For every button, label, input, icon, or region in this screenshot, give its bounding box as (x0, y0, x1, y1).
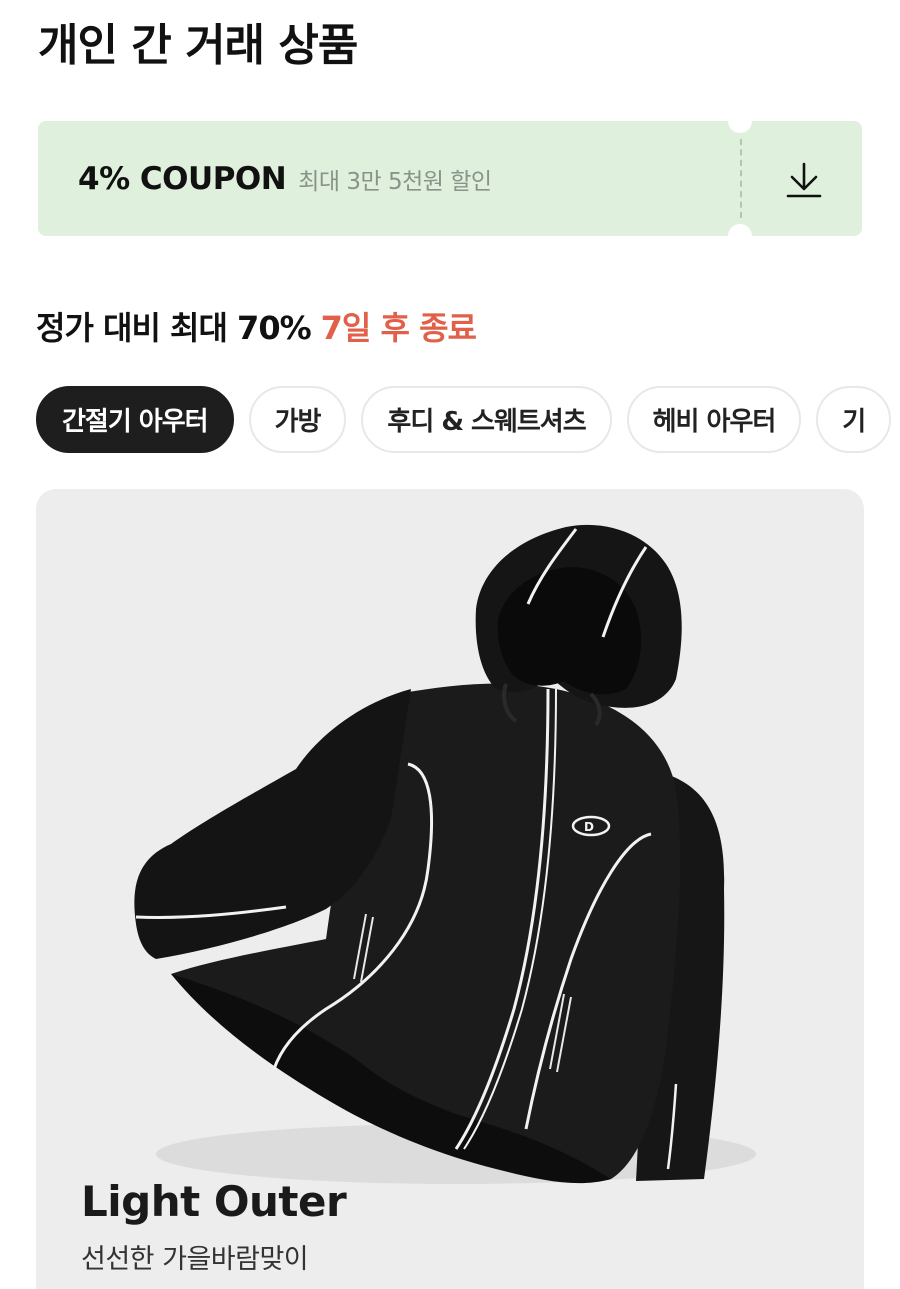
sale-heading-text: 정가 대비 최대 70% (36, 309, 312, 347)
category-chip[interactable]: 헤비 아우터 (626, 386, 802, 453)
coupon-description: 최대 3만 5천원 할인 (298, 168, 492, 195)
product-card[interactable]: D Light Outer 선선한 가을바람맞이 (36, 489, 864, 1289)
page: 개인 간 거래 상품 4% COUPON 최대 3만 5천원 할인 정가 대비 … (0, 0, 900, 1289)
category-chip-list: 간절기 아우터 가방 후디 & 스웨트셔츠 헤비 아우터 기 (36, 386, 892, 453)
category-chip-label: 헤비 아우터 (652, 407, 777, 437)
product-image: D (134, 524, 756, 1184)
coupon-info: 4% COUPON 최대 3만 5천원 할인 (38, 121, 740, 236)
category-chip-label: 가방 (274, 407, 322, 437)
product-card-subtitle: 선선한 가을바람맞이 (81, 1244, 309, 1275)
category-chip-label: 후디 & 스웨트셔츠 (387, 407, 586, 437)
product-card-title: Light Outer (81, 1177, 347, 1226)
coupon-download-button[interactable] (740, 121, 862, 236)
category-chip[interactable]: 가방 (248, 386, 347, 453)
category-chip-label: 기 (842, 407, 866, 437)
coupon-notch-bottom (728, 224, 752, 248)
coupon-download-banner[interactable]: 4% COUPON 최대 3만 5천원 할인 (38, 109, 862, 248)
sale-heading: 정가 대비 최대 70% 7일 후 종료 (36, 305, 477, 351)
category-chip[interactable]: 기 (816, 386, 892, 453)
category-chip[interactable]: 간절기 아우터 (36, 386, 234, 453)
page-title: 개인 간 거래 상품 (38, 20, 358, 71)
download-icon (786, 162, 822, 197)
svg-text:D: D (584, 820, 594, 834)
coupon-divider (740, 139, 742, 218)
category-chip[interactable]: 후디 & 스웨트셔츠 (361, 386, 612, 453)
coupon-label: 4% COUPON (78, 160, 287, 197)
sale-countdown: 7일 후 종료 (320, 309, 477, 347)
category-chip-label: 간절기 아우터 (62, 407, 209, 437)
coupon-notch-top (728, 109, 752, 133)
